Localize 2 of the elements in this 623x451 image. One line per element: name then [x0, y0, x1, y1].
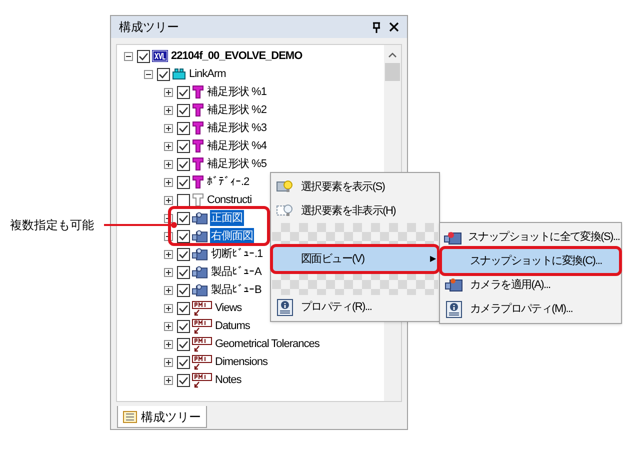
panel-title: 構成ツリー: [119, 19, 180, 36]
callout-text: 複数指定も可能: [10, 217, 95, 234]
